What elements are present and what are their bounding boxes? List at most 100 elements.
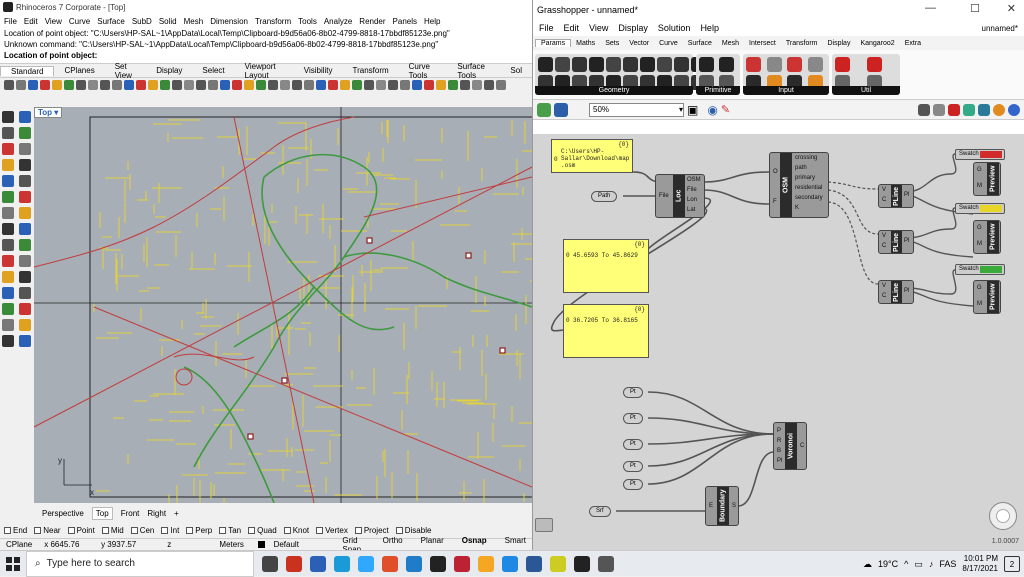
sketch-icon[interactable]: ✎ [721,103,730,116]
gh-tab-params[interactable]: Params [535,39,572,47]
language-indicator[interactable]: FAS [939,559,956,569]
toolbar-tool-icon[interactable] [352,80,362,90]
pt-param[interactable]: Pt [623,413,643,424]
taskbar-app-icon[interactable] [358,555,374,572]
toolbar-tool-icon[interactable] [484,80,494,90]
toolbar-tool-icon[interactable] [316,80,326,90]
viewport-tab-top[interactable]: Top [91,506,113,520]
toolbar-tool-icon[interactable] [52,80,62,90]
side-tool-icon[interactable] [2,303,14,315]
gh-canvas[interactable]: {0} 0 C:\Users\HP- Sallar\Download\map .os… [533,134,1024,538]
side-tool-icon[interactable] [19,287,31,299]
preview-selected-icon[interactable] [963,103,975,116]
taskbar-app-icon[interactable] [574,555,590,572]
checkbox[interactable] [186,527,194,534]
color-swatch[interactable]: Swatch [955,264,1005,275]
pt-param[interactable]: Pt [623,439,643,450]
windows-start-icon[interactable] [0,551,26,577]
menu-item-panels[interactable]: Panels [393,17,417,26]
preview-shaded-icon[interactable] [948,103,960,116]
menu-item-view[interactable]: View [45,17,62,26]
gh-tab-transform[interactable]: Transform [781,40,823,47]
lon-panel[interactable]: {0} 0 45.6593 To 45.8629 [563,239,649,293]
side-tool-icon[interactable] [2,191,14,203]
side-tool-icon[interactable] [19,303,31,315]
viewport-tab-right[interactable]: Right [147,509,166,518]
command-prompt[interactable]: Location of point object: [4,50,532,61]
toolbar-tab[interactable]: Curve Tools [399,62,448,80]
toolbar-tab[interactable]: Display [146,66,192,75]
component-icon[interactable] [572,57,587,72]
gh-menu-item-file[interactable]: File [539,23,554,33]
toolbar-tool-icon[interactable] [208,80,218,90]
toolbar-tool-icon[interactable] [328,80,338,90]
osnap-disable[interactable]: Disable [395,526,431,535]
toolbar-tool-icon[interactable] [496,80,506,90]
side-tool-icon[interactable] [2,335,14,347]
toolbar-tab[interactable]: CPlanes [54,66,104,75]
side-tool-icon[interactable] [2,319,14,331]
osnap-end[interactable]: End [4,526,27,535]
toolbar-tab[interactable]: Select [192,66,234,75]
add-viewport-icon[interactable]: + [174,509,179,518]
blue-sphere-icon[interactable] [1008,103,1020,116]
gh-menu-item-solution[interactable]: Solution [658,23,691,33]
preview-mesh-icon[interactable] [978,103,990,116]
menu-item-render[interactable]: Render [359,17,385,26]
gh-tab-extra[interactable]: Extra [900,40,926,47]
component-icon[interactable] [606,57,621,72]
volume-icon[interactable]: ♪ [929,559,934,569]
gh-tab-surface[interactable]: Surface [683,40,717,47]
toolbar-tool-icon[interactable] [424,80,434,90]
component-icon[interactable] [766,57,782,72]
pline-component[interactable]: V C PLine Pl [878,230,914,254]
component-icon[interactable] [807,57,823,72]
toolbar-tool-icon[interactable] [364,80,374,90]
toolbar-tool-icon[interactable] [280,80,290,90]
side-tool-icon[interactable] [19,271,31,283]
preview-off-icon[interactable] [918,103,930,116]
voronoi-component[interactable]: P R B Pl Voronoi C [773,422,807,470]
toolbar-tool-icon[interactable] [388,80,398,90]
toolbar-tool-icon[interactable] [256,80,266,90]
component-icon[interactable] [657,57,672,72]
path-panel[interactable]: {0} 0 C:\Users\HP- Sallar\Download\map .os… [551,139,633,173]
component-icon[interactable] [719,57,734,72]
toolbar-tool-icon[interactable] [400,80,410,90]
component-icon[interactable] [746,57,761,72]
side-tool-icon[interactable] [2,271,14,283]
status-layer[interactable]: Default [252,540,337,549]
checkbox[interactable] [316,527,324,534]
toolbar-tool-icon[interactable] [436,80,446,90]
checkbox[interactable] [4,527,11,534]
viewport-tab-front[interactable]: Front [121,509,140,518]
canvas-widget-icon[interactable] [535,518,553,532]
notification-icon[interactable]: 2 [1004,556,1020,572]
toolbar-tool-icon[interactable] [460,80,470,90]
osnap-perp[interactable]: Perp [186,526,212,535]
taskbar-app-icon[interactable] [406,555,422,572]
checkbox[interactable] [34,527,42,534]
toolbar-tool-icon[interactable] [412,80,422,90]
srf-param[interactable]: Srf [589,506,611,517]
toolbar-tool-icon[interactable] [16,80,26,90]
toolbar-tab[interactable]: Transform [343,66,399,75]
toolbar-tool-icon[interactable] [28,80,38,90]
toolbar-tab[interactable]: Surface Tools [447,62,500,80]
taskbar-app-icon[interactable] [262,555,278,572]
side-tool-icon[interactable] [19,191,31,203]
toolbar-tool-icon[interactable] [4,80,14,90]
osnap-quad[interactable]: Quad [248,526,277,535]
osnap-tan[interactable]: Tan [219,526,241,535]
component-icon[interactable] [787,57,802,72]
path-param[interactable]: Path [591,191,618,202]
toolbar-tool-icon[interactable] [220,80,230,90]
boundary-component[interactable]: E Boundary S [705,486,739,526]
osnap-point[interactable]: Point [67,526,95,535]
side-tool-icon[interactable] [2,287,14,299]
component-icon[interactable] [674,57,689,72]
viewport-label[interactable]: Top ▾ [34,107,63,118]
menu-item-tools[interactable]: Tools [298,17,317,26]
menu-item-curve[interactable]: Curve [69,17,90,26]
checkbox[interactable] [67,527,75,534]
